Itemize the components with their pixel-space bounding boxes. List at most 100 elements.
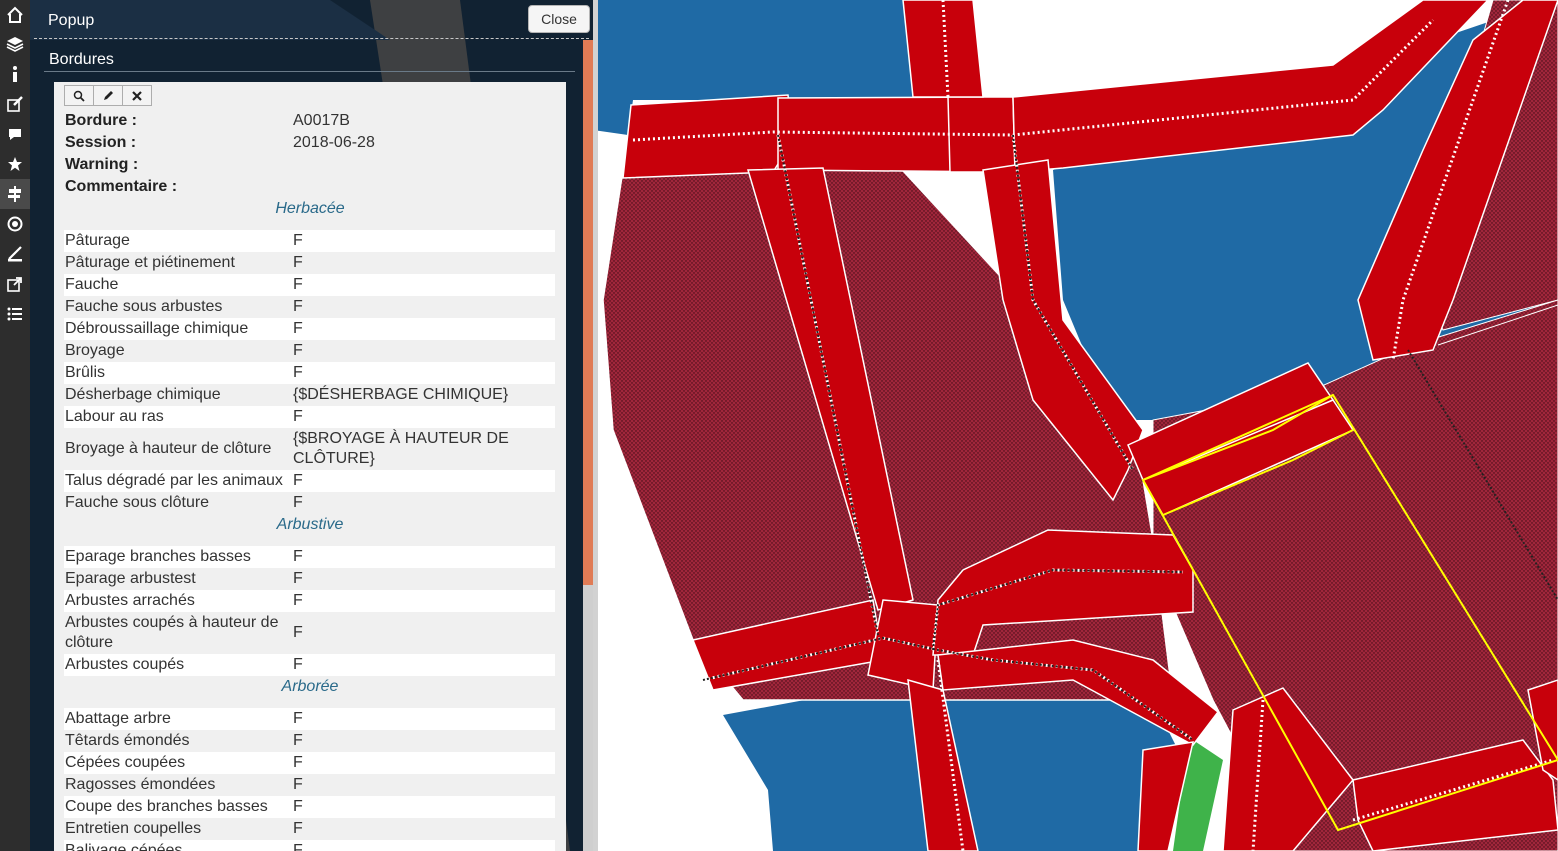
measure-icon[interactable] — [0, 239, 30, 269]
feature-card: Bordure : A0017B Session : 2018-06-28 Warnin… — [54, 82, 566, 851]
attribute-value: F — [293, 364, 303, 381]
attribute-value: F — [293, 494, 303, 511]
attribute-value: F — [293, 624, 303, 641]
field-label: Commentaire : — [65, 178, 178, 195]
attribute-label: Fauche sous arbustes — [65, 298, 223, 315]
attribute-row: Broyage F — [64, 340, 555, 362]
attribute-value: F — [293, 548, 303, 565]
layer-divider — [44, 71, 575, 72]
attribute-value: F — [293, 732, 303, 749]
map-toolbar — [0, 0, 30, 851]
attribute-row: Arbustes coupés à hauteur de clôture F — [64, 612, 555, 654]
section-title: Arborée — [281, 678, 339, 695]
close-button[interactable]: Close — [528, 5, 590, 33]
attribute-row: Brûlis F — [64, 362, 555, 384]
attribute-label: Brûlis — [65, 364, 106, 381]
attribute-label: Eparage branches basses — [65, 548, 251, 565]
popup-panel: Popup Close Bordures Bordure : A0017B Sess… — [30, 0, 593, 851]
popup-title: Popup — [48, 12, 95, 29]
home-icon[interactable] — [0, 0, 30, 30]
attribute-label: Fauche sous clôture — [65, 494, 210, 511]
attribute-label: Entretien coupelles — [65, 820, 202, 837]
info-icon[interactable] — [0, 59, 30, 89]
attribute-value: F — [293, 820, 303, 837]
attribute-label: Eparage arbustest — [65, 570, 196, 587]
map-view[interactable] — [593, 0, 1558, 851]
signpost-icon[interactable] — [0, 179, 30, 209]
attribute-label: Arbustes coupés à hauteur de clôture — [65, 614, 279, 651]
delete-feature-button[interactable] — [122, 85, 152, 106]
attribute-row: Broyage à hauteur de clôture {$BROYAGE À … — [64, 428, 555, 470]
field-label: Bordure : — [65, 112, 137, 129]
attribute-row: Talus dégradé par les animaux F — [64, 470, 555, 492]
attribute-row: Désherbage chimique {$DÉSHERBAGE CHIMIQUE… — [64, 384, 555, 406]
attribute-row: Arbustes arrachés F — [64, 590, 555, 612]
attribute-label: Têtards émondés — [65, 732, 190, 749]
edit-feature-button[interactable] — [93, 85, 123, 106]
attribute-row: Coupe des branches basses F — [64, 796, 555, 818]
attribute-value: F — [293, 570, 303, 587]
close-icon — [132, 90, 142, 101]
attribute-row: Entretien coupelles F — [64, 818, 555, 840]
attribute-row: Balivage cépées F — [64, 840, 555, 851]
attribute-row: Fauche F — [64, 274, 555, 296]
comment-icon[interactable] — [0, 119, 30, 149]
attribute-label: Broyage — [65, 342, 125, 359]
attribute-label: Désherbage chimique — [65, 386, 221, 403]
attribute-value: {$BROYAGE À HAUTEUR DE CLÔTURE} — [293, 430, 509, 467]
attribute-row: Fauche sous arbustes F — [64, 296, 555, 318]
attribute-value: F — [293, 342, 303, 359]
attribute-label: Pâturage — [65, 232, 130, 249]
attribute-value: {$DÉSHERBAGE CHIMIQUE} — [293, 386, 509, 403]
attribute-row: Pâturage F — [64, 230, 555, 252]
layer-title: Bordures — [49, 51, 114, 68]
attribute-row: Abattage arbre F — [64, 708, 555, 730]
zoom-to-feature-button[interactable] — [64, 85, 94, 106]
feature-tools — [64, 85, 152, 106]
attribute-row: Eparage arbustest F — [64, 568, 555, 590]
scrollbar-thumb[interactable] — [583, 40, 593, 585]
section-title: Herbacée — [275, 200, 345, 217]
attribute-value: F — [293, 776, 303, 793]
attribute-label: Coupe des branches basses — [65, 798, 268, 815]
attribute-value: F — [293, 754, 303, 771]
list-icon[interactable] — [0, 299, 30, 329]
field-label: Warning : — [65, 156, 139, 173]
attribute-label: Débroussaillage chimique — [65, 320, 249, 337]
attribute-row: Pâturage et piétinement F — [64, 252, 555, 274]
attribute-label: Broyage à hauteur de clôture — [65, 440, 272, 457]
attribute-row: Labour au ras F — [64, 406, 555, 428]
field-value: A0017B — [293, 112, 350, 129]
panel-map-divider[interactable] — [593, 0, 598, 851]
attribute-label: Labour au ras — [65, 408, 164, 425]
attribute-value: F — [293, 408, 303, 425]
attribute-label: Pâturage et piétinement — [65, 254, 235, 271]
attribute-row: Cépées coupées F — [64, 752, 555, 774]
share-icon[interactable] — [0, 269, 30, 299]
section-title: Arbustive — [276, 516, 344, 533]
star-icon[interactable] — [0, 149, 30, 179]
attribute-label: Arbustes arrachés — [65, 592, 195, 609]
attribute-row: Débroussaillage chimique F — [64, 318, 555, 340]
attribute-row: Fauche sous clôture F — [64, 492, 555, 514]
attribute-value: F — [293, 254, 303, 271]
layers-icon[interactable] — [0, 29, 30, 59]
attribute-value: F — [293, 472, 303, 489]
field-value: 2018-06-28 — [293, 134, 375, 151]
attribute-label: Abattage arbre — [65, 710, 171, 727]
locate-icon[interactable] — [0, 209, 30, 239]
attribute-row: Têtards émondés F — [64, 730, 555, 752]
attribute-value: F — [293, 656, 303, 673]
attribute-row: Ragosses émondées F — [64, 774, 555, 796]
attribute-row: Arbustes coupés F — [64, 654, 555, 676]
attribute-label: Talus dégradé par les animaux — [65, 472, 283, 489]
border-band — [902, 0, 984, 98]
edit-icon[interactable] — [0, 89, 30, 119]
field-label: Session : — [65, 134, 137, 151]
attribute-label: Arbustes coupés — [65, 656, 185, 673]
popup-header: Popup Close — [30, 0, 593, 40]
attribute-label: Ragosses émondées — [65, 776, 216, 793]
attribute-value: F — [293, 276, 303, 293]
attribute-value: F — [293, 710, 303, 727]
attribute-value: F — [293, 298, 303, 315]
